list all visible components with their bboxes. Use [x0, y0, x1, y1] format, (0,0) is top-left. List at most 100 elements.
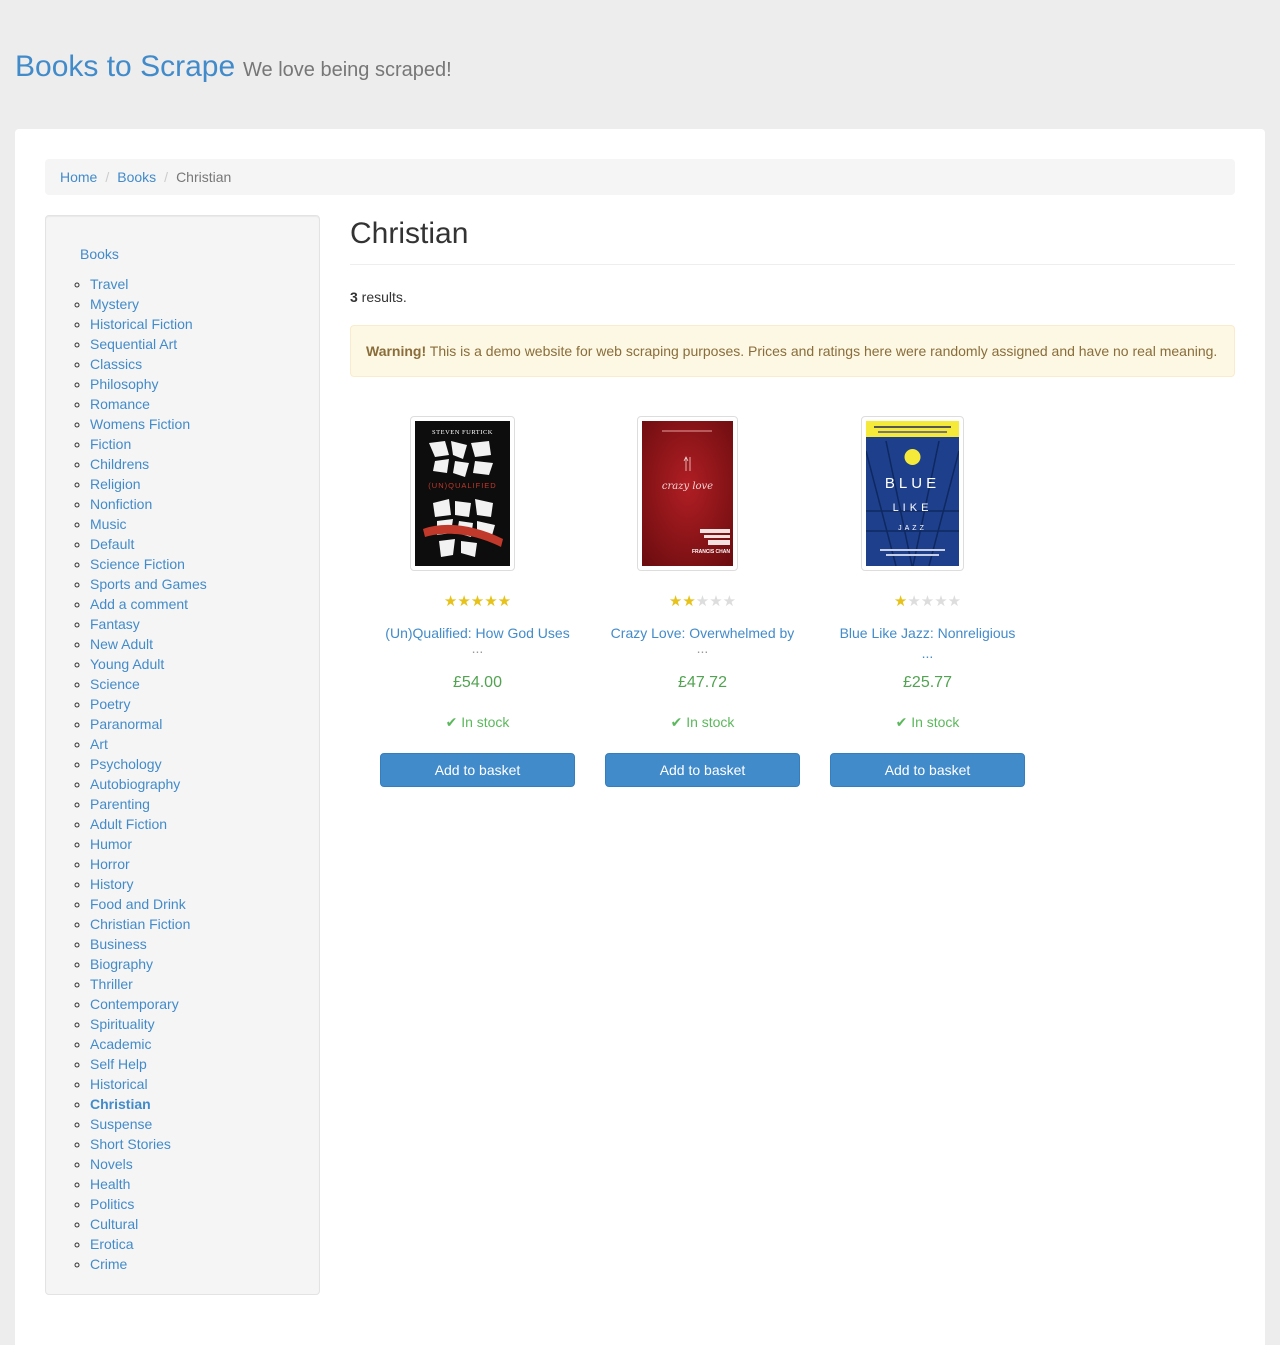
- sidebar-item: Cultural: [90, 1214, 207, 1234]
- sidebar-item: Sequential Art: [90, 334, 207, 354]
- add-to-basket-button[interactable]: Add to basket: [605, 753, 800, 787]
- sidebar-item: Childrens: [90, 454, 207, 474]
- sidebar-category-link[interactable]: Art: [90, 736, 108, 752]
- sidebar-category-link[interactable]: Adult Fiction: [90, 816, 167, 832]
- warning-alert: Warning! This is a demo website for web …: [350, 325, 1235, 377]
- sidebar-category-link[interactable]: Contemporary: [90, 996, 179, 1012]
- sidebar-category-link[interactable]: Cultural: [90, 1216, 138, 1232]
- sidebar-item: Travel: [90, 274, 207, 294]
- product-title-link[interactable]: (Un)Qualified: How God Uses...: [385, 623, 570, 656]
- sidebar-category-link[interactable]: Classics: [90, 356, 142, 372]
- star-icon: ★: [695, 593, 710, 610]
- sidebar-category-link[interactable]: Thriller: [90, 976, 133, 992]
- sidebar-category-link[interactable]: Young Adult: [90, 656, 164, 672]
- stock-status: ✔ In stock: [590, 714, 815, 731]
- sidebar-category-link[interactable]: Fantasy: [90, 616, 140, 632]
- sidebar-category-link[interactable]: Christian: [90, 1096, 151, 1112]
- sidebar-category-link[interactable]: Humor: [90, 836, 132, 852]
- sidebar-category-link[interactable]: New Adult: [90, 636, 153, 652]
- sidebar-category-link[interactable]: Womens Fiction: [90, 416, 190, 432]
- category-list: Travel Mystery Historical Fiction Sequentia…: [46, 274, 207, 1274]
- sidebar-item: Self Help: [90, 1054, 207, 1074]
- sidebar-category-link[interactable]: Nonfiction: [90, 496, 152, 512]
- sidebar-item: Art: [90, 734, 207, 754]
- sidebar-category-link[interactable]: Business: [90, 936, 147, 952]
- sidebar-category-link[interactable]: Health: [90, 1176, 130, 1192]
- sidebar-item: Suspense: [90, 1114, 207, 1134]
- sidebar-category-link[interactable]: Politics: [90, 1196, 134, 1212]
- book-cover-image: BLUE LIKE JAZZ: [866, 421, 959, 566]
- tagline: We love being scraped!: [243, 59, 452, 81]
- cover-title-line3: JAZZ: [898, 525, 927, 532]
- sidebar-item: Food and Drink: [90, 894, 207, 914]
- cover-blue-like-jazz-art: BLUE LIKE JAZZ: [866, 421, 959, 566]
- sidebar-category-link[interactable]: Suspense: [90, 1116, 152, 1132]
- sidebar-category-link[interactable]: Crime: [90, 1256, 127, 1272]
- sidebar-category-link[interactable]: Sports and Games: [90, 576, 207, 592]
- sidebar-category-link[interactable]: Psychology: [90, 756, 162, 772]
- sidebar-books-link[interactable]: Books: [80, 246, 119, 262]
- results-summary: 3 results.: [350, 287, 407, 307]
- sidebar-category-link[interactable]: Self Help: [90, 1056, 147, 1072]
- product-title-link[interactable]: Crazy Love: Overwhelmed by...: [610, 623, 795, 655]
- sidebar-category-link[interactable]: Religion: [90, 476, 141, 492]
- brand-link[interactable]: Books to Scrape: [15, 50, 235, 83]
- book-cover-link[interactable]: BLUE LIKE JAZZ: [861, 416, 964, 571]
- sidebar-category-link[interactable]: Mystery: [90, 296, 139, 312]
- sidebar-category-link[interactable]: Poetry: [90, 696, 130, 712]
- sidebar-category-link[interactable]: Sequential Art: [90, 336, 177, 352]
- sidebar-category-link[interactable]: Childrens: [90, 456, 149, 472]
- add-to-basket-button[interactable]: Add to basket: [830, 753, 1025, 787]
- book-cover-link[interactable]: crazy love FRANCIS CHAN: [637, 416, 738, 571]
- sidebar-category-link[interactable]: Spirituality: [90, 1016, 155, 1032]
- breadcrumb-home[interactable]: Home: [60, 169, 97, 185]
- sidebar-category-link[interactable]: Science: [90, 676, 140, 692]
- sidebar-category-link[interactable]: Erotica: [90, 1236, 134, 1252]
- sidebar-category-link[interactable]: Biography: [90, 956, 153, 972]
- sidebar-item: Business: [90, 934, 207, 954]
- product-price: £25.77: [903, 674, 952, 691]
- sidebar-category-link[interactable]: Science Fiction: [90, 556, 185, 572]
- sidebar-category-link[interactable]: Parenting: [90, 796, 150, 812]
- cover-title-text: (UN)QUALIFIED: [428, 481, 496, 490]
- book-cover-link[interactable]: STEVEN FURTICK (UN)QUALIFIED: [410, 416, 515, 571]
- sidebar-category-link[interactable]: Novels: [90, 1156, 133, 1172]
- sidebar-item: Music: [90, 514, 207, 534]
- sidebar-category-link[interactable]: Food and Drink: [90, 896, 186, 912]
- breadcrumb-books[interactable]: Books: [117, 169, 156, 185]
- alert-strong: Warning!: [366, 343, 427, 359]
- sidebar-item: Adult Fiction: [90, 814, 207, 834]
- sidebar-category-link[interactable]: Academic: [90, 1036, 151, 1052]
- sidebar-item: Psychology: [90, 754, 207, 774]
- sidebar-category-link[interactable]: Autobiography: [90, 776, 180, 792]
- sidebar-category-link[interactable]: History: [90, 876, 134, 892]
- sidebar-item: Young Adult: [90, 654, 207, 674]
- sidebar-category-link[interactable]: Romance: [90, 396, 150, 412]
- sidebar-item: Poetry: [90, 694, 207, 714]
- add-to-basket-button[interactable]: Add to basket: [380, 753, 575, 787]
- sidebar-category-link[interactable]: Default: [90, 536, 134, 552]
- sidebar-category-link[interactable]: Horror: [90, 856, 130, 872]
- sidebar-item: Crime: [90, 1254, 207, 1274]
- sidebar-item: History: [90, 874, 207, 894]
- cover-title-line2: LIKE: [893, 502, 933, 514]
- alert-text: This is a demo website for web scraping …: [426, 343, 1218, 359]
- sidebar-category-link[interactable]: Historical: [90, 1076, 148, 1092]
- product-title-link[interactable]: Blue Like Jazz: Nonreligious ...: [835, 623, 1020, 663]
- sidebar-category-link[interactable]: Christian Fiction: [90, 916, 190, 932]
- sidebar-category-link[interactable]: Fiction: [90, 436, 131, 452]
- sidebar-category-link[interactable]: Short Stories: [90, 1136, 171, 1152]
- star-icon: ★: [920, 593, 935, 610]
- stock-status: ✔ In stock: [815, 714, 1040, 731]
- results-label: results.: [357, 289, 407, 305]
- sidebar-category-link[interactable]: Music: [90, 516, 127, 532]
- sidebar-category-link[interactable]: Philosophy: [90, 376, 159, 392]
- product-title: (Un)Qualified: How God Uses: [385, 625, 570, 641]
- title-ellipsis: ...: [471, 640, 484, 656]
- check-icon: ✔: [895, 714, 908, 730]
- sidebar-category-link[interactable]: Historical Fiction: [90, 316, 193, 332]
- sidebar-category-link[interactable]: Paranormal: [90, 716, 162, 732]
- sidebar-item: Nonfiction: [90, 494, 207, 514]
- sidebar-category-link[interactable]: Add a comment: [90, 596, 188, 612]
- sidebar-category-link[interactable]: Travel: [90, 276, 128, 292]
